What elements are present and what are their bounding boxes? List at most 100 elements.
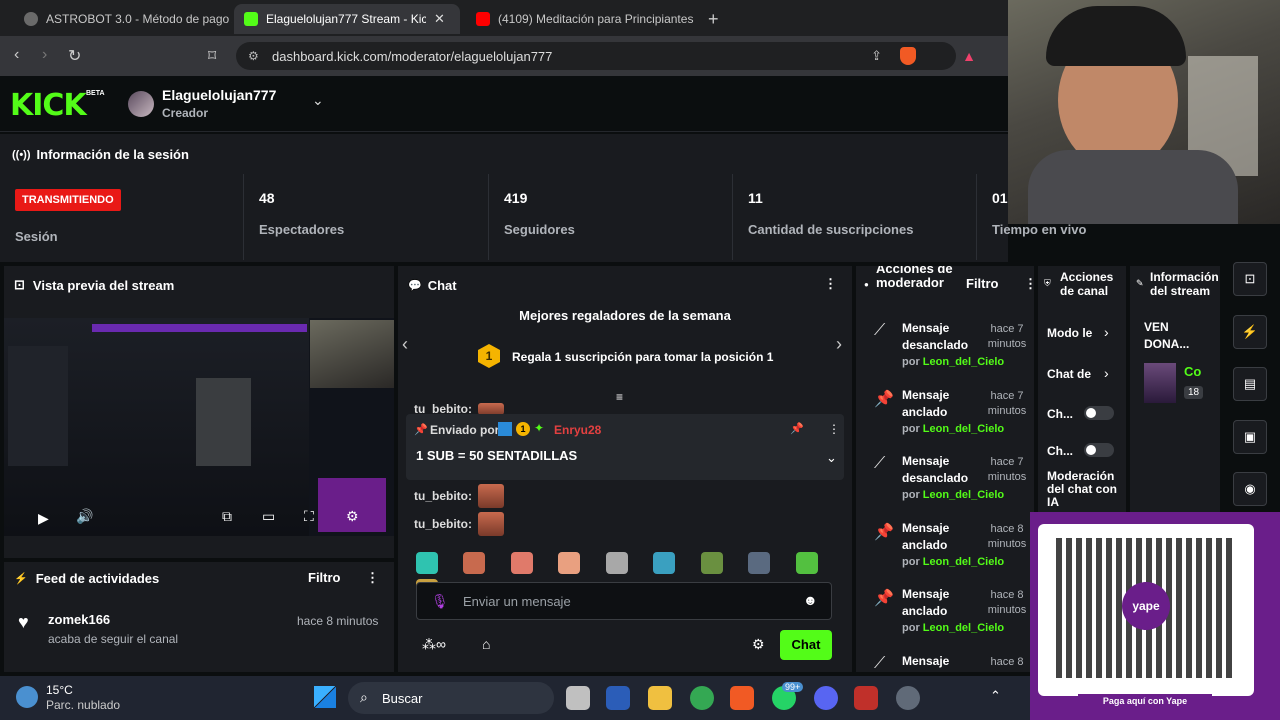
chevron-right-icon[interactable]: › — [836, 334, 842, 355]
browser-tab-active[interactable]: Elaguelolujan777 Stream - Kick D ✕ — [234, 4, 460, 34]
mod-filter-button[interactable]: Filtro — [966, 276, 999, 291]
more-options-icon[interactable]: ⋮ — [1024, 276, 1034, 292]
brave-icon[interactable] — [730, 686, 754, 710]
collapse-icon[interactable]: ≡ — [616, 390, 623, 404]
notes-icon[interactable]: ▤ — [1233, 367, 1267, 401]
chat-header: 💬 Chat ⋮ — [398, 266, 852, 304]
emote-icon[interactable] — [416, 552, 438, 574]
moderator-name[interactable]: Leon_del_Cielo — [923, 622, 1004, 634]
chevron-down-icon[interactable]: ⌄ — [826, 450, 837, 466]
app-icon[interactable] — [854, 686, 878, 710]
new-tab-plus-icon[interactable]: + — [698, 4, 729, 34]
emote-icon[interactable] — [795, 552, 818, 574]
browser-tab[interactable]: ASTROBOT 3.0 - Método de pago Ast — [14, 4, 232, 34]
chat-bubble-icon[interactable]: ▣ — [1233, 420, 1267, 454]
brave-shield-icon[interactable] — [900, 47, 916, 65]
feed-filter-button[interactable]: Filtro — [308, 570, 341, 585]
feed-user[interactable]: zomek166 — [48, 612, 110, 627]
chrome-icon[interactable] — [690, 686, 714, 710]
category-thumbnail[interactable] — [1144, 363, 1176, 403]
send-chat-button[interactable]: Chat — [780, 630, 832, 660]
forward-arrow-icon[interactable]: › — [42, 46, 47, 64]
followers-stat: 419 Seguidores — [488, 174, 732, 260]
emoji-icon[interactable]: ☻ — [803, 592, 818, 608]
weather-desc: Parc. nublado — [46, 698, 121, 712]
stream-preview-video[interactable]: ▶ 🔊 ⧉ ▭ ⛶ ⚙ — [4, 318, 394, 536]
address-bar[interactable]: ⚙ dashboard.kick.com/moderator/elaguelol… — [236, 42, 976, 70]
weather-icon[interactable] — [16, 686, 38, 708]
moderator-name[interactable]: Leon_del_Cielo — [923, 556, 1004, 568]
chevron-down-icon[interactable]: ⌄ — [312, 92, 324, 109]
moderator-name[interactable]: Leon_del_Cielo — [923, 489, 1004, 501]
moderator-name[interactable]: Leon_del_Cielo — [923, 356, 1004, 368]
tab-title: ASTROBOT 3.0 - Método de pago Ast — [46, 12, 232, 26]
lightning-icon[interactable]: ⚡ — [1233, 315, 1267, 349]
broadcast-icon[interactable]: ◉ — [1233, 472, 1267, 506]
discord-icon[interactable] — [814, 686, 838, 710]
play-icon[interactable]: ▶ — [38, 510, 49, 527]
windows-start-icon[interactable] — [314, 686, 336, 708]
category-link[interactable]: Co — [1184, 364, 1201, 379]
chat-input[interactable]: 🎙 Enviar un mensaje ☻ — [416, 582, 832, 620]
store-icon[interactable]: ⌂ — [482, 636, 490, 652]
outlook-icon[interactable] — [606, 686, 630, 710]
task-view-icon[interactable] — [566, 686, 590, 710]
kick-points-icon[interactable]: ⁂∞ — [422, 636, 446, 653]
mod-action-time: hace 7 minutos — [987, 323, 1027, 350]
emote-icon[interactable] — [653, 552, 676, 574]
chevron-right-icon[interactable]: › — [1104, 365, 1109, 381]
stat-value: 11 — [748, 190, 763, 206]
broadcast-icon: ((•)) — [12, 148, 31, 161]
emote-icon[interactable] — [463, 552, 486, 574]
toggle-switch[interactable] — [1084, 443, 1114, 457]
more-options-icon[interactable]: ⋮ — [366, 570, 379, 586]
lightning-icon: ⚡ — [14, 572, 28, 585]
pinned-user[interactable]: Enryu28 — [554, 423, 601, 437]
theater-icon[interactable]: ▭ — [262, 508, 275, 525]
chat-username[interactable]: tu_bebito: — [414, 517, 472, 531]
close-tab-icon[interactable]: ✕ — [434, 11, 445, 27]
chevron-right-icon[interactable]: › — [1104, 324, 1109, 340]
chat-username[interactable]: tu_bebito: — [414, 489, 472, 503]
reload-icon[interactable]: ↻ — [68, 46, 81, 66]
pin-icon: 📌 — [874, 590, 894, 607]
pip-icon[interactable]: ⧉ — [222, 508, 232, 525]
fullscreen-icon[interactable]: ⛶ — [304, 508, 314, 525]
settings-gear-icon[interactable]: ⚙ — [346, 508, 359, 525]
file-explorer-icon[interactable] — [648, 686, 672, 710]
mic-icon[interactable]: 🎙 — [431, 593, 449, 610]
chat-settings-gear-icon[interactable]: ⚙ — [752, 636, 765, 653]
brave-rewards-icon[interactable]: ▲ — [962, 48, 976, 64]
channel-action-item[interactable]: Chat de — [1047, 367, 1091, 381]
unpin-icon[interactable]: 📌 — [790, 422, 804, 435]
browser-tab[interactable]: (4109) Meditación para Principiantes — [466, 4, 696, 34]
scan-icon[interactable]: ⊡ — [1233, 262, 1267, 296]
chevron-up-icon[interactable]: ⌃ — [990, 688, 1001, 704]
moderator-name[interactable]: Leon_del_Cielo — [923, 423, 1004, 435]
taskbar-search[interactable]: ⌕ Buscar — [348, 682, 554, 714]
ai-moderation-item[interactable]: Moderación del chat con IA — [1047, 470, 1125, 509]
list-item: 📌 Mensaje anclado hace 7 minutos por Leon_d… — [856, 383, 1034, 449]
site-settings-icon[interactable]: ⚙ — [248, 49, 259, 63]
bookmark-icon[interactable]: ⌑ — [208, 46, 216, 66]
toggle-switch[interactable] — [1084, 406, 1114, 420]
emote-icon[interactable] — [510, 552, 533, 574]
obs-icon[interactable] — [896, 686, 920, 710]
emote-icon[interactable] — [605, 552, 628, 574]
emote-icon[interactable] — [748, 552, 771, 574]
search-icon: ⌕ — [360, 689, 368, 705]
kick-logo[interactable]: KICK — [10, 88, 87, 123]
more-options-icon[interactable]: ⋮ — [824, 276, 837, 292]
mod-action-text: Mensaje anclado — [902, 587, 950, 618]
share-icon[interactable]: ⇪ — [871, 48, 882, 64]
chevron-left-icon[interactable]: ‹ — [402, 334, 408, 355]
channel-action-item[interactable]: Modo le — [1047, 326, 1092, 340]
sub-badge: 1 — [516, 422, 530, 436]
stat-label: Seguidores — [504, 222, 575, 237]
emote-icon[interactable] — [558, 552, 581, 574]
emote-icon[interactable] — [700, 552, 723, 574]
more-options-icon[interactable]: ⋮ — [828, 422, 840, 436]
avatar[interactable] — [128, 91, 154, 117]
volume-icon[interactable]: 🔊 — [76, 508, 93, 525]
back-arrow-icon[interactable]: ‹ — [14, 46, 19, 64]
